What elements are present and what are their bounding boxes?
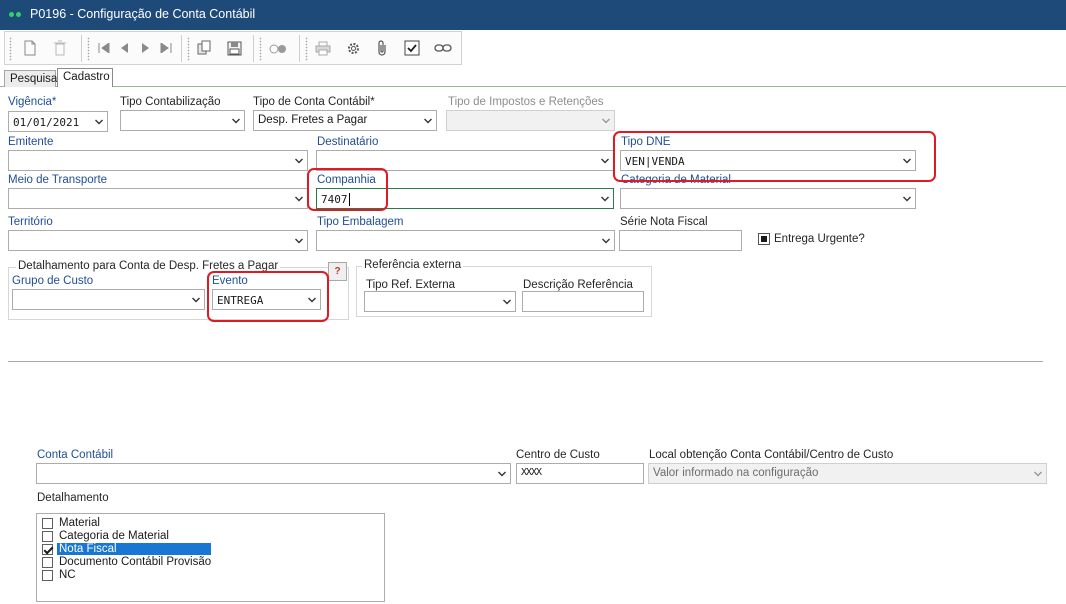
tipo-embalagem-select[interactable] — [316, 230, 615, 251]
centro-custo-label: Centro de Custo — [516, 449, 600, 461]
toolbar-grip — [305, 37, 308, 61]
list-item-label: Nota Fiscal — [57, 543, 211, 555]
vigencia-value: 01/01/2021 — [13, 116, 80, 129]
emitente-label: Emitente — [8, 136, 54, 148]
highlight-tipo-dne — [613, 131, 936, 182]
tab-strip-line — [0, 86, 1066, 87]
referencia-externa-title: Referência externa — [362, 259, 464, 271]
serie-nota-fiscal-label: Série Nota Fiscal — [620, 216, 708, 228]
meio-transporte-select[interactable] — [8, 188, 308, 209]
window-title: P0196 - Configuração de Conta Contábil — [30, 7, 256, 21]
tipo-contabilizacao-select[interactable] — [120, 110, 245, 131]
categoria-material-checkbox[interactable] — [42, 531, 53, 542]
toolbar-grip — [87, 37, 90, 61]
attachment-icon[interactable] — [371, 38, 393, 58]
toolbar-grip — [259, 37, 262, 61]
chevron-down-icon[interactable] — [601, 195, 609, 203]
highlight-evento — [207, 271, 329, 322]
help-button[interactable]: ? — [328, 262, 347, 281]
link-icon[interactable] — [432, 38, 454, 58]
chevron-down-icon[interactable] — [601, 157, 609, 165]
chevron-down-icon[interactable] — [903, 195, 911, 203]
local-obtencao-value: Valor informado na configuração — [653, 467, 819, 479]
chevron-down-icon[interactable] — [424, 117, 432, 125]
chevron-down-icon[interactable] — [192, 296, 200, 304]
last-record-icon[interactable] — [155, 38, 177, 58]
tipo-impostos-label: Tipo de Impostos e Retenções — [448, 96, 604, 108]
tipo-contabilizacao-label: Tipo Contabilização — [120, 96, 221, 108]
grupo-custo-label: Grupo de Custo — [12, 275, 94, 287]
title-bar: P0196 - Configuração de Conta Contábil — [0, 0, 1066, 30]
tipo-embalagem-label: Tipo Embalagem — [317, 216, 404, 228]
categoria-material-select[interactable] — [620, 188, 916, 209]
window-menu-icon[interactable] — [9, 12, 23, 18]
delete-icon[interactable] — [49, 38, 71, 58]
section-divider — [8, 361, 1043, 362]
previous-record-icon[interactable] — [113, 38, 135, 58]
binoculars-icon[interactable] — [267, 38, 289, 58]
conta-contabil-label: Conta Contábil — [37, 449, 114, 461]
check-icon[interactable] — [401, 38, 423, 58]
local-obtencao-label: Local obtenção Conta Contábil/Centro de … — [649, 449, 894, 461]
print-icon[interactable] — [312, 38, 334, 58]
detalhamento-list: Material Categoria de Material Nota Fisc… — [36, 513, 385, 602]
nc-checkbox[interactable] — [42, 570, 53, 581]
highlight-companhia — [307, 168, 388, 211]
descricao-referencia-input[interactable] — [522, 291, 644, 312]
tipo-impostos-select[interactable] — [446, 110, 615, 131]
chevron-down-icon[interactable] — [295, 195, 303, 203]
grupo-custo-select[interactable] — [12, 289, 205, 310]
entrega-urgente-checkbox[interactable] — [758, 233, 770, 245]
documento-contabil-checkbox[interactable] — [42, 557, 53, 568]
territorio-label: Território — [8, 216, 53, 228]
serie-nota-fiscal-input[interactable] — [619, 230, 742, 251]
list-item-label: NC — [59, 569, 76, 581]
chevron-down-icon[interactable] — [498, 470, 506, 478]
vigencia-label: Vigência* — [8, 96, 57, 108]
nota-fiscal-checkbox[interactable] — [42, 544, 53, 555]
conta-contabil-select[interactable] — [36, 463, 511, 484]
material-checkbox[interactable] — [42, 518, 53, 529]
tipo-conta-contabil-value: Desp. Fretes a Pagar — [258, 114, 368, 126]
tipo-conta-contabil-select[interactable]: Desp. Fretes a Pagar — [253, 110, 437, 131]
tipo-ref-externa-label: Tipo Ref. Externa — [366, 279, 456, 291]
vigencia-date-picker[interactable]: 01/01/2021 — [8, 111, 108, 132]
gear-icon[interactable] — [342, 38, 364, 58]
list-item-label: Material — [59, 517, 100, 529]
toolbar-grip — [187, 37, 190, 61]
chevron-down-icon[interactable] — [232, 117, 240, 125]
tab-pesquisa[interactable]: Pesquisa — [4, 70, 57, 87]
new-document-icon[interactable] — [19, 38, 41, 58]
chevron-down-icon[interactable] — [295, 237, 303, 245]
tipo-ref-externa-select[interactable] — [364, 291, 516, 312]
centro-custo-input[interactable]: XXXX — [516, 463, 644, 484]
save-icon[interactable] — [223, 38, 245, 58]
meio-transporte-label: Meio de Transporte — [8, 174, 108, 186]
chevron-down-icon[interactable] — [295, 157, 303, 165]
detalhamento-label: Detalhamento — [37, 492, 109, 504]
local-obtencao-select[interactable]: Valor informado na configuração — [648, 463, 1047, 484]
descricao-referencia-label: Descrição Referência — [523, 279, 633, 291]
toolbar-grip — [9, 37, 12, 61]
emitente-select[interactable] — [8, 150, 308, 171]
list-item-label: Documento Contábil Provisão — [59, 556, 212, 568]
chevron-down-icon[interactable] — [503, 298, 511, 306]
chevron-down-icon[interactable] — [1034, 470, 1042, 478]
toolbar — [4, 31, 462, 65]
copy-icon[interactable] — [193, 38, 215, 58]
list-item-label: Categoria de Material — [59, 530, 169, 542]
destinatario-label: Destinatário — [317, 136, 379, 148]
tipo-conta-contabil-label: Tipo de Conta Contábil* — [253, 96, 375, 108]
entrega-urgente-label: Entrega Urgente? — [774, 233, 865, 245]
chevron-down-icon[interactable] — [95, 118, 103, 126]
tab-cadastro[interactable]: Cadastro — [57, 68, 113, 87]
first-record-icon[interactable] — [93, 38, 115, 58]
next-record-icon[interactable] — [135, 38, 157, 58]
chevron-down-icon[interactable] — [602, 237, 610, 245]
chevron-down-icon[interactable] — [602, 117, 610, 125]
territorio-select[interactable] — [8, 230, 308, 251]
